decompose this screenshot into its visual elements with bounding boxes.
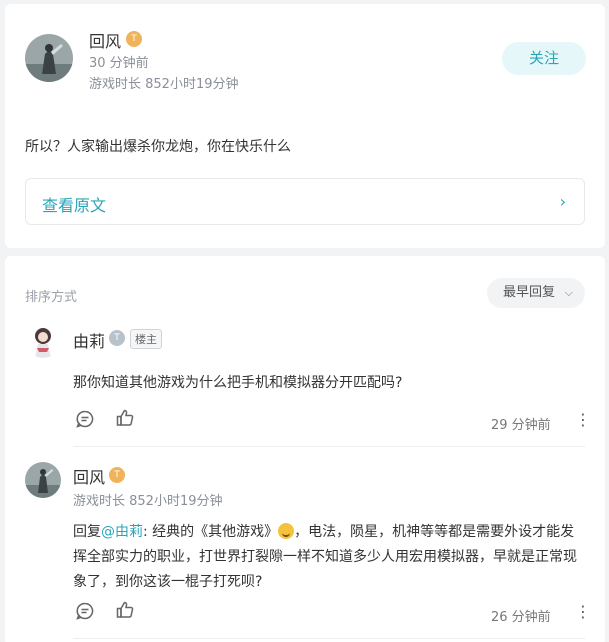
chevron-down-icon: ⌵ [564,286,573,299]
comment-author-avatar[interactable] [25,462,61,498]
like-icon[interactable] [115,600,135,620]
sort-value: 最早回复 [503,285,556,300]
comment-time: 29 分钟前 [491,418,551,433]
post-time: 30 分钟前 [89,56,149,71]
comment-author-name[interactable]: 回风 [73,464,105,488]
reply-prefix: 回复 [73,524,101,540]
post-playtime: 游戏时长 852小时19分钟 [89,77,239,92]
comments-card: 排序方式 最早回复 ⌵ 由莉 T 楼主 那你知道其他游戏为什么把手机和模拟器分开… [5,256,605,642]
divider [73,638,585,639]
comment-text: 那你知道其他游戏为什么把手机和模拟器分开匹配吗? [73,375,403,391]
comment-author-name[interactable]: 由莉 [73,328,105,352]
laughing-emoji-icon [278,523,295,539]
mention-link[interactable]: @由莉 [101,524,143,540]
sort-dropdown[interactable]: 最早回复 ⌵ [487,278,585,308]
comment-line1: : 经典的《其他游戏》 [143,524,279,540]
post-text: 所以？人家输出爆杀你龙炮，你在快乐什么 [25,139,291,155]
view-original-label: 查看原文 [42,196,107,215]
level-badge-icon: T [126,31,142,47]
comment-playtime: 游戏时长 852小时19分钟 [73,494,223,509]
more-options-icon[interactable]: ⋮ [575,412,591,428]
more-options-icon[interactable]: ⋮ [575,604,591,620]
comment-text: 回复@由莉: 经典的《其他游戏》 ，电法，陨星，机神等等都是需要外设才能发 挥全部… [73,520,593,595]
comment-line1b: ，电法，陨星，机神等等都是需要外设才能发 [294,524,575,540]
owner-tag: 楼主 [130,329,162,349]
sort-label: 排序方式 [25,290,78,305]
reply-icon[interactable] [75,409,95,429]
post-author-name[interactable]: 回风 [89,28,121,52]
comment-line3: 象了，到你这该一棍子打死呗? [73,574,263,590]
reply-icon[interactable] [75,601,95,621]
chevron-right-icon: › [559,192,566,211]
divider [73,446,585,447]
comment-line2: 挥全部实力的职业，打世界打裂隙一样不知道多少人用宏用模拟器，早就是正常现 [73,549,577,565]
like-icon[interactable] [115,408,135,428]
level-badge-icon: T [109,330,125,346]
post-card: 回风 T 30 分钟前 游戏时长 852小时19分钟 关注 所以？人家输出爆杀你… [5,4,605,248]
view-original-button[interactable]: 查看原文 › [25,178,585,225]
comment-author-avatar[interactable] [25,322,61,358]
follow-button[interactable]: 关注 [502,42,586,75]
comment-time: 26 分钟前 [491,610,551,625]
post-author-avatar[interactable] [25,34,73,82]
level-badge-icon: T [109,467,125,483]
